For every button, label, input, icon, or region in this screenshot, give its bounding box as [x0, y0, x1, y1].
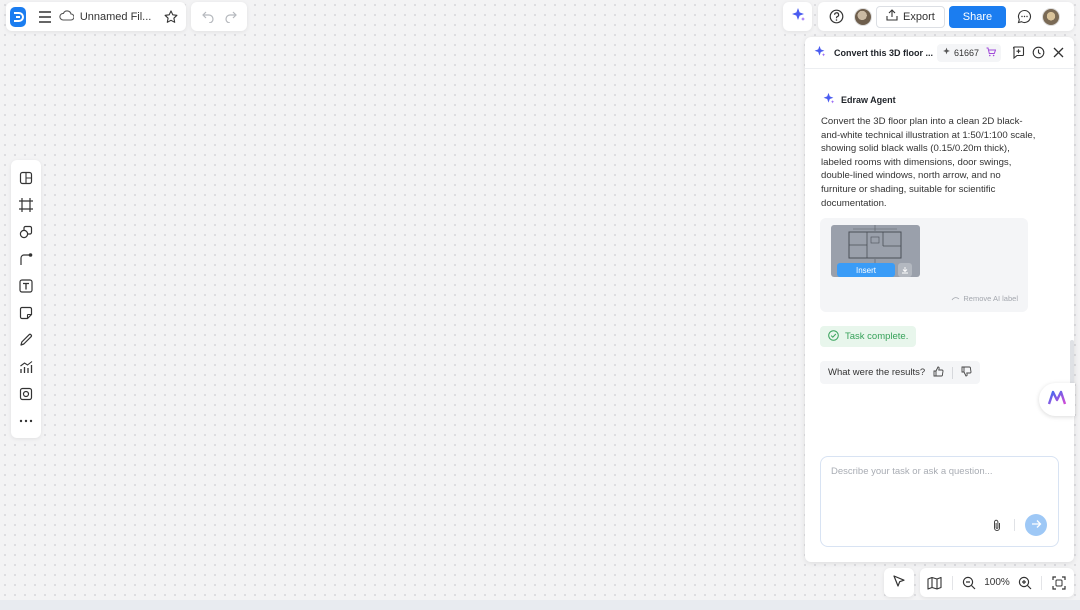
sparkle-icon	[813, 45, 826, 61]
prompt-input-box	[820, 456, 1059, 547]
floating-assistant-button[interactable]	[1039, 383, 1075, 416]
send-button[interactable]	[1025, 514, 1047, 536]
menu-icon[interactable]	[34, 3, 57, 31]
zoom-out-icon[interactable]	[957, 569, 983, 597]
insert-button[interactable]: Insert	[837, 263, 895, 277]
star-icon[interactable]	[159, 3, 182, 31]
remove-ai-label-button[interactable]: Remove AI label	[951, 294, 1018, 303]
generated-image-card: Insert Remove AI label	[820, 218, 1028, 312]
minimap-icon[interactable]	[922, 569, 948, 597]
export-label: Export	[903, 10, 935, 23]
app-logo-icon[interactable]	[10, 6, 27, 27]
divider	[1041, 575, 1043, 590]
agent-message: Convert the 3D floor plan into a clean 2…	[821, 116, 1036, 209]
text-icon[interactable]	[12, 272, 40, 299]
top-right-toolbar: Export Share	[818, 2, 1074, 31]
select-tool-button[interactable]	[884, 568, 914, 597]
conversation-title[interactable]: Convert this 3D floor ...	[834, 48, 933, 58]
close-icon[interactable]	[1050, 42, 1066, 64]
left-tools-toolbar	[11, 160, 41, 438]
export-button[interactable]: Export	[876, 5, 945, 28]
pen-icon[interactable]	[12, 326, 40, 353]
more-icon[interactable]	[12, 407, 40, 434]
shapes-icon[interactable]	[12, 218, 40, 245]
assistant-logo-icon	[1047, 390, 1067, 409]
cart-icon	[986, 47, 997, 59]
status-strip	[0, 600, 1080, 610]
prompt-input[interactable]	[831, 466, 1051, 506]
undo-icon[interactable]	[194, 3, 219, 31]
frame-icon[interactable]	[12, 191, 40, 218]
panel-header: Convert this 3D floor ... 61667	[805, 37, 1074, 69]
view-controls: 100%	[920, 568, 1074, 597]
comment-icon[interactable]	[1010, 3, 1038, 31]
thumbs-down-icon[interactable]	[961, 366, 972, 380]
cursor-icon	[892, 574, 906, 591]
divider	[951, 575, 953, 590]
new-chat-icon[interactable]	[1011, 42, 1027, 64]
history-toolbar	[191, 2, 247, 31]
agent-header: Edraw Agent	[822, 92, 896, 107]
agent-name: Edraw Agent	[841, 94, 896, 105]
chart-icon[interactable]	[12, 353, 40, 380]
share-button[interactable]: Share	[948, 5, 1007, 28]
sparkle-icon	[822, 92, 835, 107]
cloud-icon	[59, 9, 75, 24]
upload-icon	[886, 9, 898, 24]
remove-label-text: Remove AI label	[963, 294, 1018, 303]
history-icon[interactable]	[1031, 42, 1047, 64]
help-icon[interactable]	[822, 3, 850, 31]
divider	[952, 366, 954, 379]
floor-plan-thumbnail[interactable]: Insert	[831, 225, 920, 277]
credits-badge[interactable]: 61667	[937, 43, 1002, 62]
arrow-right-icon	[1031, 518, 1042, 532]
panel-toggle-icon[interactable]	[12, 164, 40, 191]
file-title[interactable]: Unnamed Fil...	[80, 11, 152, 23]
file-toolbar: Unnamed Fil...	[6, 2, 186, 31]
zoom-level[interactable]: 100%	[984, 577, 1010, 588]
task-status-text: Task complete.	[845, 331, 909, 342]
ai-sparkle-button[interactable]	[783, 2, 812, 31]
collaborator-avatar[interactable]	[854, 7, 872, 26]
attachment-icon[interactable]	[987, 515, 1007, 535]
sparkle-icon	[790, 7, 806, 26]
download-icon[interactable]	[898, 263, 912, 277]
eraser-icon	[951, 294, 960, 303]
followup-suggestion: What were the results?	[820, 361, 981, 384]
fit-screen-icon[interactable]	[1046, 569, 1072, 597]
credits-count: 61667	[954, 47, 980, 58]
followup-question[interactable]: What were the results?	[828, 367, 925, 378]
zoom-in-icon[interactable]	[1012, 569, 1038, 597]
media-icon[interactable]	[12, 380, 40, 407]
redo-icon[interactable]	[219, 3, 244, 31]
user-avatar[interactable]	[1042, 7, 1061, 26]
check-circle-icon	[828, 329, 839, 344]
edraw-agent-panel: Convert this 3D floor ... 61667 Edraw Ag…	[805, 37, 1074, 562]
task-status-badge: Task complete.	[820, 326, 917, 347]
divider	[1014, 519, 1015, 531]
sticky-note-icon[interactable]	[12, 299, 40, 326]
spark-icon	[942, 47, 951, 58]
connector-icon[interactable]	[12, 245, 40, 272]
thumbs-up-icon[interactable]	[933, 366, 944, 380]
